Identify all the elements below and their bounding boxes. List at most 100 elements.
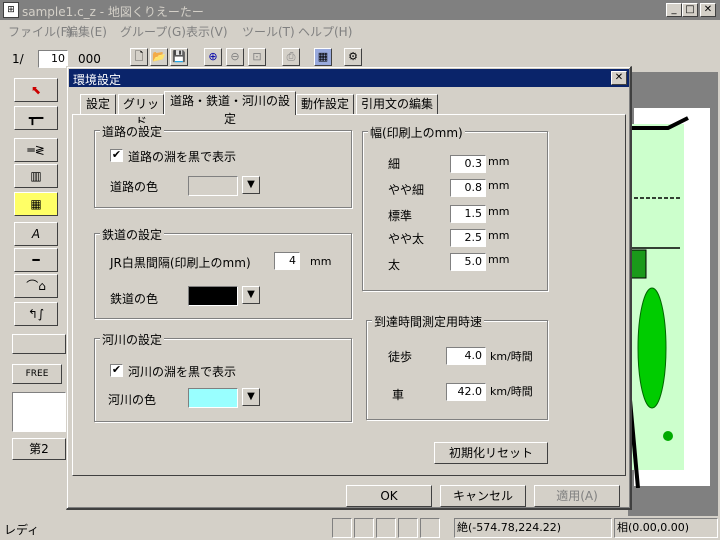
page-suffix: 000	[78, 52, 101, 66]
grid-icon[interactable]: ▦	[314, 48, 332, 66]
rail-color-swatch[interactable]	[188, 286, 238, 306]
dash-tool-icon[interactable]: ━	[14, 248, 58, 272]
app-title: sample1.c_z - 地図くりえーたー	[22, 5, 204, 19]
width-input-slightly-thick[interactable]: 2.5	[450, 229, 486, 247]
road-settings-legend: 道路の設定	[100, 123, 165, 140]
river-settings-legend: 河川の設定	[100, 331, 165, 348]
apply-button[interactable]: 適用(A)	[534, 485, 620, 507]
car-speed-input[interactable]: 42.0	[446, 383, 486, 401]
status-abs-coord: 絶(-574.78,224.22)	[454, 518, 612, 538]
jr-interval-input[interactable]: 4	[274, 252, 300, 270]
minimize-icon[interactable]: _	[666, 3, 682, 17]
river-color-swatch[interactable]	[188, 388, 238, 408]
page-input[interactable]: 10	[38, 50, 68, 68]
building-tool-icon[interactable]: ▦	[14, 192, 58, 216]
menu-tools[interactable]: ツール(T)	[242, 23, 295, 40]
menu-edit[interactable]: 編集(E)	[66, 23, 107, 40]
width-unit-slightly-thin: mm	[488, 179, 510, 192]
road-color-label: 道路の色	[110, 180, 159, 194]
tab-grid[interactable]: グリッド	[118, 94, 164, 129]
dialog-close-icon[interactable]: ✕	[611, 71, 627, 85]
line-tool-icon[interactable]: ═≷	[14, 138, 58, 162]
width-unit-thin: mm	[488, 155, 510, 168]
status-bar: レディ 絶(-574.78,224.22) 相(0.00,0.00)	[0, 516, 720, 540]
zoom-out-icon[interactable]: ⊖	[226, 48, 244, 66]
free-button[interactable]: FREE	[12, 364, 62, 384]
status-text: レディ	[4, 523, 40, 537]
width-unit-standard: mm	[488, 205, 510, 218]
menu-file[interactable]: ファイル(F)	[8, 23, 72, 40]
shape-tool-icon[interactable]: ⌒⌂	[14, 274, 58, 298]
reset-button[interactable]: 初期化リセット	[434, 442, 548, 464]
walk-speed-label: 徒歩	[388, 350, 413, 364]
open-folder-icon[interactable]: 📂	[150, 48, 168, 66]
new-file-icon[interactable]: 🗋	[130, 48, 148, 66]
zoom-in-icon[interactable]: ⊕	[204, 48, 222, 66]
dialog-title-bar: 環境設定 ✕	[69, 69, 629, 87]
width-input-thick[interactable]: 5.0	[450, 253, 486, 271]
dialog-title: 環境設定	[73, 73, 122, 87]
road-color-dropdown-icon[interactable]: ▼	[242, 176, 260, 194]
status-pane-5	[420, 518, 440, 538]
road-tool-icon[interactable]: ┳━	[14, 106, 58, 130]
rail-tool-icon[interactable]: ▥	[14, 164, 58, 188]
tab-quote-edit[interactable]: 引用文の編集	[356, 94, 438, 114]
print-icon[interactable]: ⎙	[282, 48, 300, 66]
river-color-label: 河川の色	[108, 393, 157, 407]
status-pane-1	[332, 518, 352, 538]
menu-bar: ファイル(F) 編集(E) グループ(G) 表示(V) ツール(T) ヘルプ(H…	[0, 20, 720, 40]
menu-view[interactable]: 表示(V)	[186, 23, 228, 40]
width-settings-legend: 幅(印刷上のmm)	[368, 124, 465, 141]
tab-road-rail-river[interactable]: 道路・鉄道・河川の設定	[164, 91, 296, 126]
app-icon: ⊞	[3, 2, 19, 18]
walk-speed-input[interactable]: 4.0	[446, 347, 486, 365]
rail-color-dropdown-icon[interactable]: ▼	[242, 286, 260, 304]
speed-settings-legend: 到達時間測定用時速	[372, 313, 485, 330]
river-color-dropdown-icon[interactable]: ▼	[242, 388, 260, 406]
rail-color-label: 鉄道の色	[110, 292, 159, 306]
road-edge-checkbox[interactable]: ✔	[110, 149, 123, 162]
select-arrow-icon[interactable]: ⬉	[14, 78, 58, 102]
side-button[interactable]: 第2	[12, 438, 66, 460]
page-prefix: 1/	[12, 52, 24, 66]
cancel-button[interactable]: キャンセル	[440, 485, 526, 507]
river-edge-label[interactable]: 河川の淵を黒で表示	[128, 363, 236, 380]
save-icon[interactable]: 💾	[170, 48, 188, 66]
tab-settings[interactable]: 設定	[80, 94, 116, 114]
width-label-slightly-thick: やや太	[388, 232, 425, 246]
width-input-thin[interactable]: 0.3	[450, 155, 486, 173]
status-pane-4	[398, 518, 418, 538]
menu-help[interactable]: ヘルプ(H)	[298, 23, 352, 40]
map-drawing	[628, 116, 689, 488]
speed-settings-group	[366, 320, 548, 420]
width-label-standard: 標準	[388, 209, 413, 223]
status-pane-2	[354, 518, 374, 538]
preview-box	[12, 392, 66, 432]
width-unit-thick: mm	[488, 253, 510, 266]
width-unit-slightly-thick: mm	[488, 229, 510, 242]
settings-icon[interactable]: ⚙	[344, 48, 362, 66]
maximize-icon[interactable]: □	[682, 3, 698, 17]
close-icon[interactable]: ✕	[700, 3, 716, 17]
status-pane-3	[376, 518, 396, 538]
walk-speed-unit: km/時間	[490, 350, 533, 363]
rail-settings-legend: 鉄道の設定	[100, 226, 165, 243]
road-color-swatch[interactable]	[188, 176, 238, 196]
ok-button[interactable]: OK	[346, 485, 432, 507]
zoom-fit-icon[interactable]: ⊡	[248, 48, 266, 66]
menu-group[interactable]: グループ(G)	[120, 23, 186, 40]
road-edge-label[interactable]: 道路の淵を黒で表示	[128, 148, 236, 165]
width-input-slightly-thin[interactable]: 0.8	[450, 179, 486, 197]
car-speed-unit: km/時間	[490, 385, 533, 398]
text-tool-icon[interactable]: A	[14, 222, 58, 246]
curve-tool-icon[interactable]: ↰∫	[14, 302, 58, 326]
pattern-bar[interactable]	[12, 334, 66, 354]
river-edge-checkbox[interactable]: ✔	[110, 364, 123, 377]
width-label-slightly-thin: やや細	[388, 183, 425, 197]
tab-behavior[interactable]: 動作設定	[296, 94, 354, 114]
jr-interval-label: JR白黒間隔(印刷上のmm)	[110, 256, 251, 270]
app-title-bar: ⊞ sample1.c_z - 地図くりえーたー _ □ ✕	[0, 0, 720, 20]
width-label-thick: 太	[388, 258, 401, 272]
width-input-standard[interactable]: 1.5	[450, 205, 486, 223]
river-settings-group	[94, 338, 352, 422]
